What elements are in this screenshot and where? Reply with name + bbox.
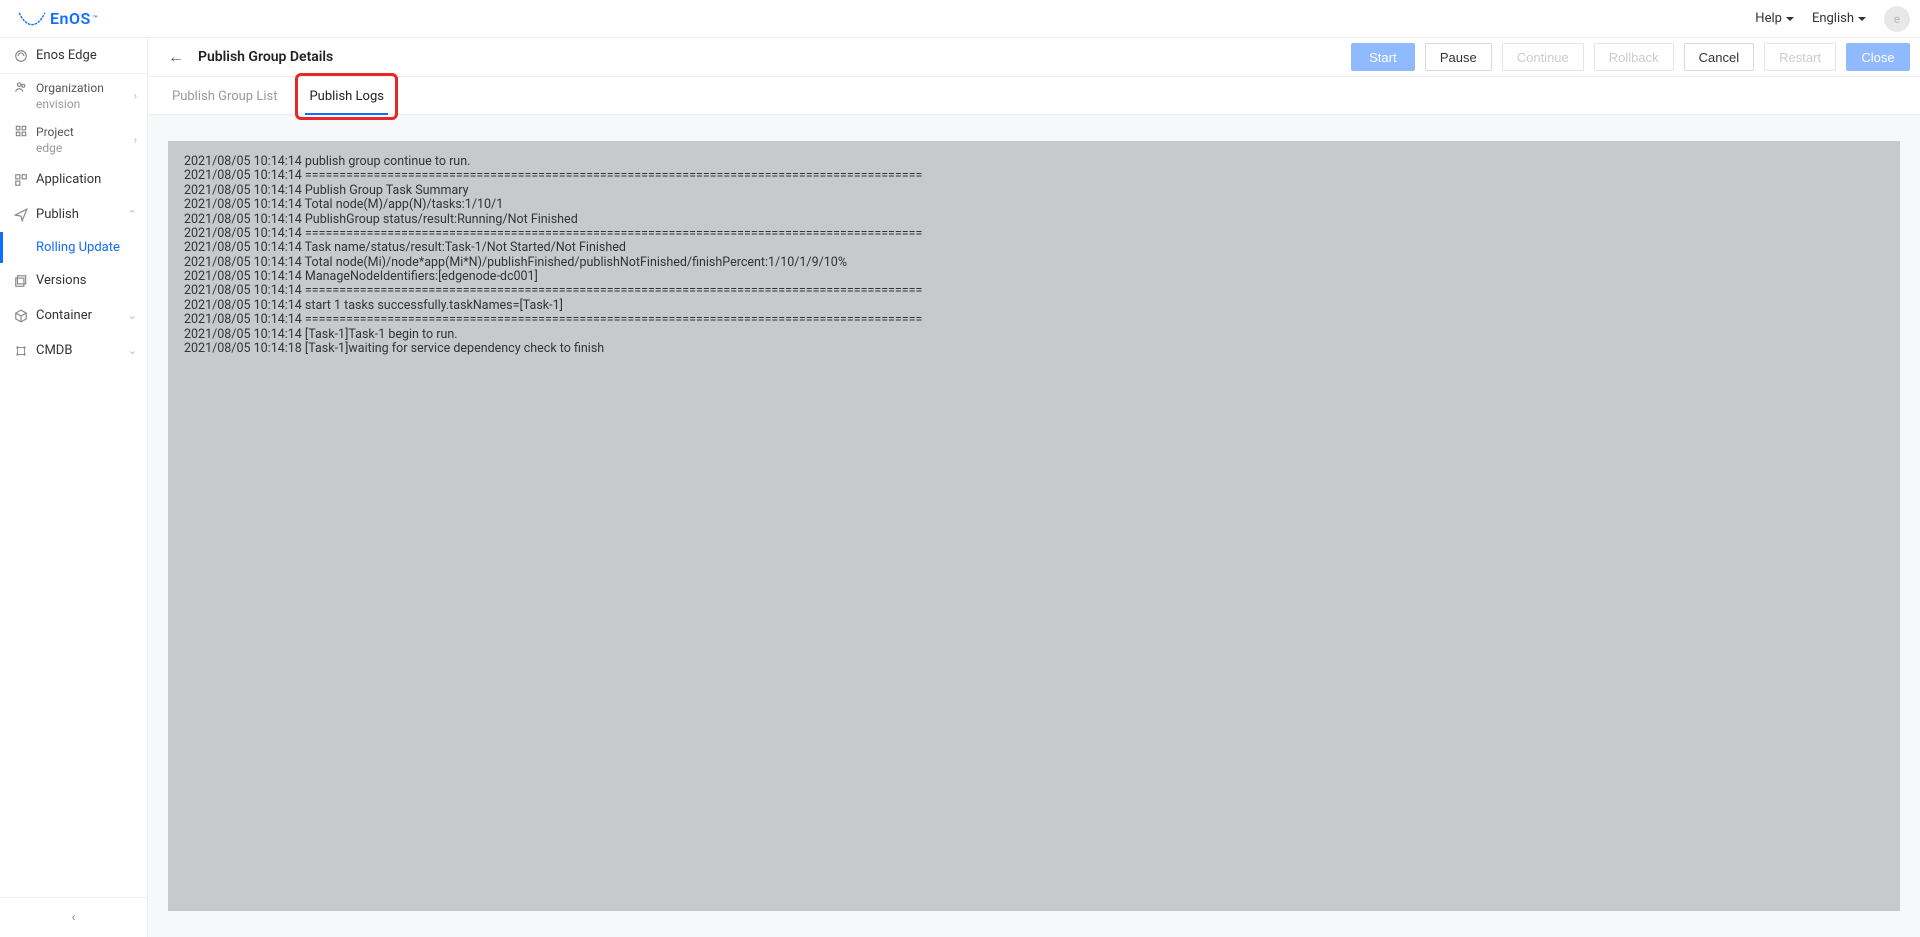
sidebar-item-versions[interactable]: Versions bbox=[0, 263, 147, 298]
back-arrow-icon[interactable]: ← bbox=[168, 47, 184, 67]
brand-logo[interactable]: EnOS™ bbox=[18, 9, 98, 28]
chevron-right-icon: › bbox=[134, 134, 137, 147]
chevron-right-icon: › bbox=[134, 90, 137, 103]
sidebar-item-container[interactable]: Container ⌄ bbox=[0, 298, 147, 333]
project-value: edge bbox=[36, 140, 74, 156]
chevron-down-icon: ⌄ bbox=[128, 344, 137, 357]
language-dropdown[interactable]: English bbox=[1812, 11, 1866, 26]
sidebar-project-text: Project edge bbox=[36, 124, 74, 156]
help-dropdown[interactable]: Help bbox=[1755, 11, 1794, 26]
brand-trademark: ™ bbox=[93, 14, 99, 23]
log-output[interactable]: 2021/08/05 10:14:14 publish group contin… bbox=[168, 141, 1900, 911]
organization-label: Organization bbox=[36, 80, 104, 96]
versions-icon bbox=[14, 274, 28, 288]
application-icon bbox=[14, 173, 28, 187]
sidebar-product[interactable]: Enos Edge bbox=[0, 38, 147, 74]
main-header-left: ← Publish Group Details bbox=[168, 47, 333, 67]
pause-button[interactable]: Pause bbox=[1425, 43, 1492, 71]
restart-button: Restart bbox=[1764, 43, 1836, 71]
tabs-row: Publish Group List Publish Logs bbox=[148, 77, 1920, 115]
sidebar-collapse[interactable]: ‹ bbox=[0, 897, 147, 937]
main-content: ← Publish Group Details Start Pause Cont… bbox=[148, 38, 1920, 937]
language-label: English bbox=[1812, 11, 1854, 26]
sidebar-organization-text: Organization envision bbox=[36, 80, 104, 112]
sidebar-item-application[interactable]: Application bbox=[0, 162, 147, 197]
organization-icon bbox=[14, 80, 28, 94]
sidebar-organization[interactable]: Organization envision › bbox=[0, 74, 147, 118]
action-buttons: Start Pause Continue Rollback Cancel Res… bbox=[1351, 43, 1910, 71]
brand-name: EnOS bbox=[50, 9, 91, 28]
sidebar-item-rolling-update[interactable]: Rolling Update bbox=[0, 232, 147, 263]
sidebar-item-label: Versions bbox=[36, 273, 86, 288]
start-button[interactable]: Start bbox=[1351, 43, 1415, 71]
top-bar: EnOS™ Help English e bbox=[0, 0, 1920, 38]
help-label: Help bbox=[1755, 11, 1782, 26]
tabs-wrap: Publish Group List Publish Logs bbox=[148, 77, 1920, 115]
tab-publish-logs[interactable]: Publish Logs bbox=[305, 77, 388, 114]
caret-down-icon bbox=[1786, 17, 1794, 21]
sidebar-item-label: Application bbox=[36, 172, 101, 187]
organization-value: envision bbox=[36, 96, 104, 112]
container-icon bbox=[14, 309, 28, 323]
publish-icon bbox=[14, 208, 28, 222]
cancel-button[interactable]: Cancel bbox=[1684, 43, 1754, 71]
page-title: Publish Group Details bbox=[198, 49, 333, 65]
project-icon bbox=[14, 124, 28, 138]
sidebar-product-label: Enos Edge bbox=[36, 48, 97, 63]
chevron-down-icon: ⌄ bbox=[128, 309, 137, 322]
cmdb-icon bbox=[14, 344, 28, 358]
chevron-up-icon: ⌃ bbox=[128, 208, 137, 221]
brand-icon bbox=[18, 10, 46, 28]
log-area: 2021/08/05 10:14:14 publish group contin… bbox=[148, 115, 1920, 937]
sidebar-item-cmdb[interactable]: CMDB ⌄ bbox=[0, 333, 147, 368]
sidebar-project[interactable]: Project edge › bbox=[0, 118, 147, 162]
top-bar-right: Help English e bbox=[1755, 6, 1910, 32]
tab-publish-group-list[interactable]: Publish Group List bbox=[168, 77, 281, 114]
rollback-button: Rollback bbox=[1594, 43, 1674, 71]
close-button[interactable]: Close bbox=[1846, 43, 1910, 71]
avatar[interactable]: e bbox=[1884, 6, 1910, 32]
product-icon bbox=[14, 49, 28, 63]
sidebar-item-publish[interactable]: Publish ⌃ bbox=[0, 197, 147, 232]
main-header: ← Publish Group Details Start Pause Cont… bbox=[148, 38, 1920, 77]
avatar-initial: e bbox=[1894, 12, 1900, 26]
continue-button: Continue bbox=[1502, 43, 1584, 71]
sidebar-item-label: Rolling Update bbox=[36, 240, 120, 255]
chevron-left-icon: ‹ bbox=[72, 910, 76, 925]
sidebar-item-label: Publish bbox=[36, 207, 79, 222]
layout: Enos Edge Organization envision › Projec… bbox=[0, 38, 1920, 937]
caret-down-icon bbox=[1858, 17, 1866, 21]
sidebar-item-label: Container bbox=[36, 308, 92, 323]
project-label: Project bbox=[36, 124, 74, 140]
sidebar-item-label: CMDB bbox=[36, 343, 72, 358]
sidebar: Enos Edge Organization envision › Projec… bbox=[0, 38, 148, 937]
